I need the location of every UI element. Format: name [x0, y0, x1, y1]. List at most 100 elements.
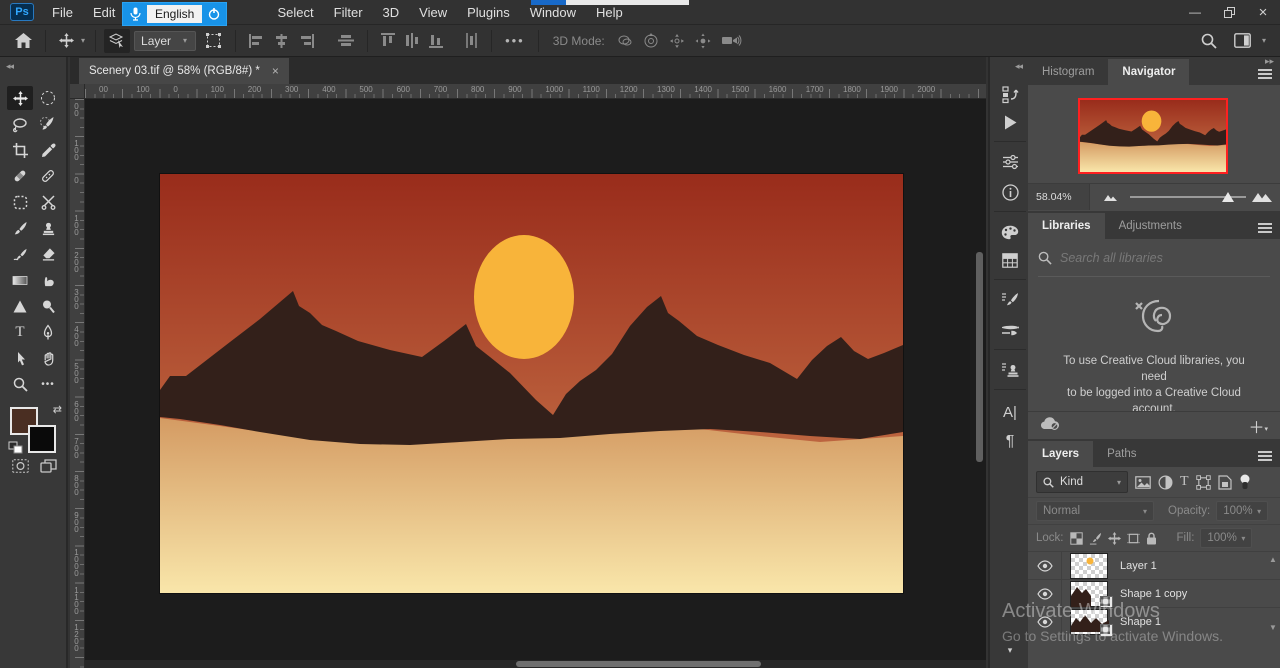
language-options-icon[interactable] [202, 3, 226, 25]
filter-adjustment-layers-button[interactable] [1158, 475, 1173, 490]
frame-tool[interactable] [7, 190, 33, 214]
brush-tool[interactable] [7, 216, 33, 240]
threed-roll-icon[interactable] [638, 32, 664, 49]
layer-name[interactable]: Shape 1 copy [1120, 588, 1187, 600]
default-colors-icon[interactable] [8, 441, 24, 455]
threed-drag-icon[interactable] [664, 33, 690, 49]
layer-name[interactable]: Shape 1 [1120, 616, 1161, 628]
language-bar[interactable]: English [122, 2, 228, 26]
home-button[interactable] [10, 33, 37, 48]
auto-select-toggle[interactable] [104, 28, 131, 53]
collapse-panels-chevron[interactable]: ▸▸ [1265, 56, 1274, 67]
layer-thumbnail[interactable] [1070, 608, 1113, 637]
tab-paths[interactable]: Paths [1093, 441, 1150, 467]
background-color-swatch[interactable] [28, 425, 56, 453]
clone-source-panel-button[interactable] [990, 357, 1030, 383]
opacity-dropdown[interactable]: 100% ▾ [1216, 501, 1269, 521]
search-button[interactable] [1196, 33, 1222, 49]
patch-tool[interactable] [35, 164, 61, 188]
collapse-tools-chevron[interactable]: ◂◂ [6, 61, 14, 72]
microphone-icon[interactable] [123, 3, 147, 25]
blend-mode-dropdown[interactable]: Normal ▾ [1036, 501, 1154, 521]
path-selection-tool[interactable] [7, 346, 33, 370]
align-top-button[interactable] [376, 33, 400, 48]
zoom-tool[interactable] [7, 372, 33, 396]
clone-stamp-tool[interactable] [35, 216, 61, 240]
actions-panel-button[interactable] [990, 109, 1030, 135]
lock-all-button[interactable] [1146, 532, 1157, 545]
ruler-vertical[interactable]: 00 100 0 100 200 300 400 500 600 700 800 900 1000 110… [70, 99, 85, 668]
dodge-tool[interactable] [35, 294, 61, 318]
minimize-button[interactable]: — [1178, 0, 1212, 24]
layer-row-2[interactable]: Shape 1 copy [1028, 579, 1280, 609]
brush-settings-panel-button[interactable] [990, 287, 1030, 313]
pen-tool[interactable] [35, 320, 61, 344]
tab-libraries[interactable]: Libraries [1028, 213, 1105, 239]
layer-filter-kind-dropdown[interactable]: Kind ▾ [1036, 471, 1128, 493]
threed-rotate-icon[interactable] [611, 33, 638, 48]
menu-view[interactable]: View [409, 0, 457, 24]
threed-camera-icon[interactable] [716, 34, 745, 47]
tab-adjustments[interactable]: Adjustments [1105, 213, 1196, 239]
ruler-corner[interactable] [70, 84, 85, 99]
libraries-panel-menu-icon[interactable] [1258, 223, 1272, 233]
menu-file[interactable]: File [42, 0, 83, 24]
shape-tool[interactable] [7, 294, 33, 318]
eraser-tool[interactable] [35, 242, 61, 266]
brushes-panel-button[interactable] [990, 317, 1030, 343]
gradient-tool[interactable] [7, 268, 33, 292]
lasso-tool[interactable] [7, 112, 33, 136]
align-center-vertical-button[interactable] [333, 34, 359, 47]
layer-row-3[interactable]: Shape 1 ▼ [1028, 607, 1280, 637]
layer-filter-toggle[interactable] [1239, 474, 1251, 490]
close-button[interactable]: × [1246, 0, 1280, 24]
mixer-brush-tool[interactable] [7, 242, 33, 266]
fill-dropdown[interactable]: 100% ▾ [1200, 528, 1253, 548]
layer-thumbnail[interactable] [1070, 552, 1108, 579]
layer-thumbnail[interactable] [1070, 580, 1113, 609]
lock-transparent-pixels-button[interactable] [1069, 531, 1083, 545]
filter-type-layers-button[interactable]: T [1180, 474, 1189, 490]
screen-mode-button[interactable] [39, 459, 57, 478]
layer-visibility-toggle[interactable] [1028, 579, 1062, 608]
eyedropper-tool[interactable] [35, 138, 61, 162]
workspace-chevron[interactable]: ▾ [1260, 36, 1268, 45]
scissors-tool[interactable] [35, 190, 61, 214]
lock-image-pixels-button[interactable] [1089, 532, 1102, 545]
filter-pixel-layers-button[interactable] [1135, 475, 1151, 489]
properties-panel-button[interactable] [990, 149, 1030, 175]
zoom-out-icon[interactable] [1104, 193, 1118, 201]
crop-tool[interactable] [7, 138, 33, 162]
info-panel-button[interactable] [990, 179, 1030, 205]
layer-row-1[interactable]: Layer 1 ▲ [1028, 551, 1280, 580]
type-tool[interactable]: T [7, 320, 33, 344]
move-tool-preset-chevron[interactable]: ▾ [79, 36, 87, 45]
layer-name[interactable]: Layer 1 [1120, 560, 1157, 572]
align-center-horizontal-button[interactable] [269, 33, 294, 48]
lock-artboard-button[interactable] [1126, 532, 1140, 545]
swap-colors-icon[interactable]: ⇄ [53, 403, 62, 416]
layers-scroll-up[interactable]: ▲ [1268, 555, 1278, 564]
hand-tool[interactable] [35, 346, 61, 370]
language-label[interactable]: English [147, 5, 203, 23]
tab-layers[interactable]: Layers [1028, 441, 1094, 467]
more-align-options-button[interactable]: ••• [500, 33, 530, 48]
history-panel-button[interactable] [990, 81, 1030, 107]
tab-histogram[interactable]: Histogram [1028, 59, 1108, 85]
workspace-switcher-button[interactable] [1229, 33, 1256, 48]
color-panel-button[interactable] [990, 219, 1030, 245]
filter-shape-layers-button[interactable] [1195, 474, 1211, 490]
object-selection-tool[interactable] [35, 112, 61, 136]
dock-scroll-down-chevron[interactable]: ▾ [990, 637, 1030, 663]
menu-edit[interactable]: Edit [83, 0, 125, 24]
auto-select-mode-dropdown[interactable]: Layer ▾ [134, 30, 197, 51]
paragraph-panel-button[interactable]: ¶ [990, 429, 1030, 455]
navigator-zoom-value[interactable]: 58.04% [1028, 183, 1090, 210]
libraries-search-input[interactable] [1060, 250, 1250, 265]
ruler-horizontal[interactable]: 00 100 0 100 200 300 400 500 600 700 800 900 1000 110… [85, 84, 986, 99]
navigator-preview[interactable] [1078, 98, 1228, 174]
edit-toolbar-button[interactable]: ••• [35, 372, 61, 396]
add-library-button[interactable]: ＋▾ [1248, 414, 1268, 438]
layers-panel-menu-icon[interactable] [1258, 451, 1272, 461]
expand-dock-chevron[interactable]: ◂◂ [1015, 61, 1023, 72]
